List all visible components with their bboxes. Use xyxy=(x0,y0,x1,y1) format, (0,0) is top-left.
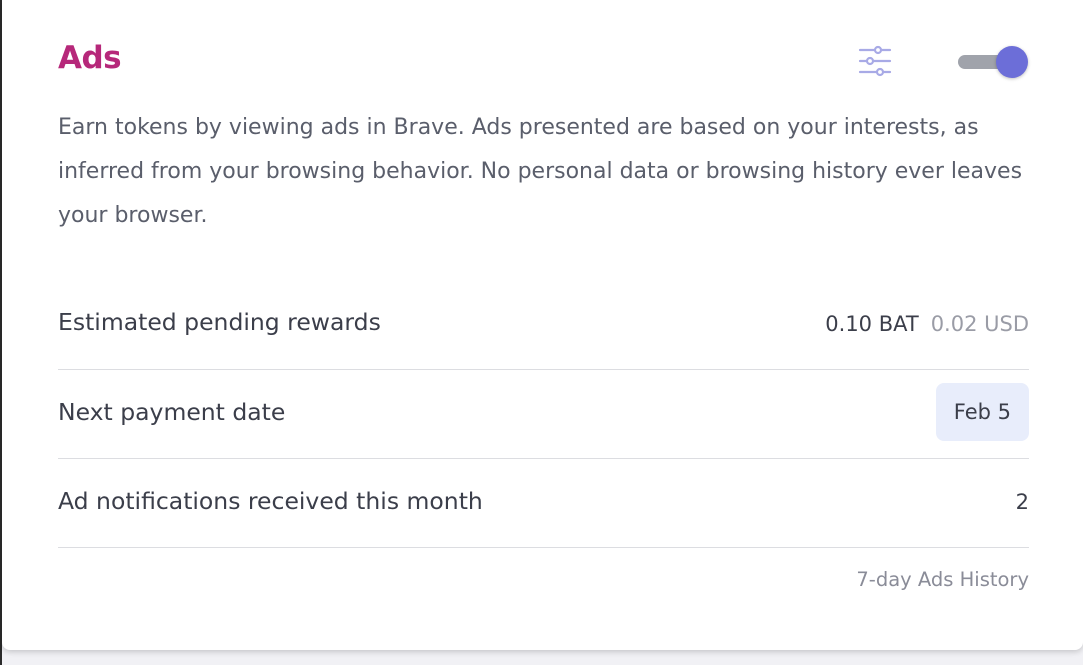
ads-settings-button[interactable] xyxy=(856,44,894,80)
pending-rewards-row: Estimated pending rewards 0.10 BAT 0.02 U… xyxy=(58,280,1029,370)
ads-history-link[interactable]: 7-day Ads History xyxy=(856,568,1029,591)
payment-date-chip: Feb 5 xyxy=(935,383,1029,441)
pending-rewards-value: 0.10 BAT 0.02 USD xyxy=(825,312,1029,336)
row-label: Next payment date xyxy=(58,398,286,426)
next-payment-row: Next payment date Feb 5 xyxy=(58,369,1029,459)
row-label: Ad notifications received this month xyxy=(58,487,483,515)
card-title: Ads xyxy=(58,40,122,76)
row-label: Estimated pending rewards xyxy=(58,308,381,336)
ad-notifications-count: 2 xyxy=(1015,490,1029,514)
sliders-icon xyxy=(858,45,892,77)
ads-card: Ads Earn tokens by viewing ads in Brave.… xyxy=(2,0,1083,650)
ad-notifications-row: Ad notifications received this month 2 xyxy=(58,458,1029,548)
ads-toggle[interactable] xyxy=(958,46,1030,78)
usd-amount: 0.02 USD xyxy=(930,312,1029,336)
bat-amount: 0.10 BAT xyxy=(825,312,919,336)
toggle-knob xyxy=(996,46,1028,78)
ads-description: Earn tokens by viewing ads in Brave. Ads… xyxy=(58,115,1023,228)
